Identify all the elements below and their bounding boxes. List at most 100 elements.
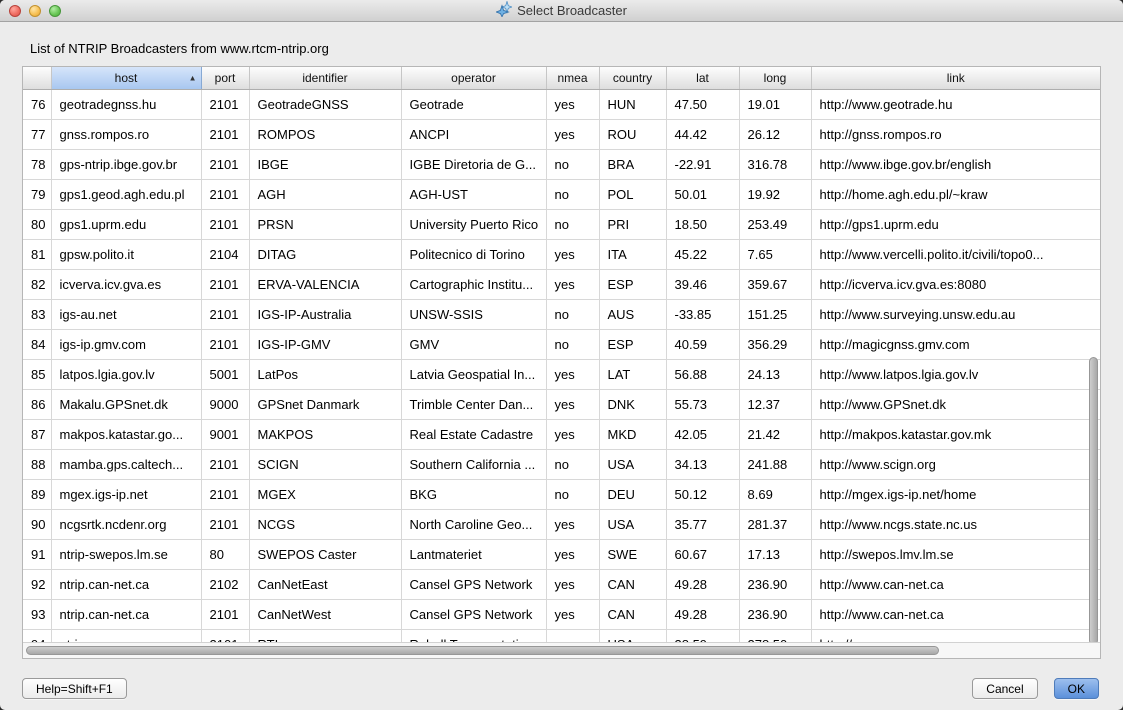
cell-identifier: ERVA-VALENCIA: [249, 269, 401, 299]
cell-long: 241.88: [739, 449, 811, 479]
cell-operator: Real Estate Cadastre: [401, 419, 546, 449]
table-row[interactable]: 78gps-ntrip.ibge.gov.br2101IBGEIGBE Dire…: [23, 149, 1100, 179]
cell-country: USA: [599, 449, 666, 479]
app-icon: [496, 1, 512, 20]
table-row[interactable]: 81gpsw.polito.it2104DITAGPolitecnico di …: [23, 239, 1100, 269]
cell-operator: Cartographic Institu...: [401, 269, 546, 299]
cell-long: 236.90: [739, 569, 811, 599]
cell-long: 21.42: [739, 419, 811, 449]
cell-identifier: SCIGN: [249, 449, 401, 479]
cell-long: 236.90: [739, 599, 811, 629]
cell-rownum: 81: [23, 239, 51, 269]
cell-operator: North Caroline Geo...: [401, 509, 546, 539]
cell-long: 356.29: [739, 329, 811, 359]
column-header-lat[interactable]: lat: [666, 67, 739, 89]
cell-port: 5001: [201, 359, 249, 389]
cell-link: http://www.vercelli.polito.it/civili/top…: [811, 239, 1100, 269]
cell-lat: 18.50: [666, 209, 739, 239]
table-row[interactable]: 84igs-ip.gmv.com2101IGS-IP-GMVGMVnoESP40…: [23, 329, 1100, 359]
cell-rownum: 83: [23, 299, 51, 329]
cell-identifier: IBGE: [249, 149, 401, 179]
column-header-port[interactable]: port: [201, 67, 249, 89]
column-header-nmea[interactable]: nmea: [546, 67, 599, 89]
cell-country: ESP: [599, 329, 666, 359]
zoom-button[interactable]: [49, 5, 61, 17]
column-header-link[interactable]: link: [811, 67, 1100, 89]
column-header-long[interactable]: long: [739, 67, 811, 89]
table-row[interactable]: 86Makalu.GPSnet.dk9000GPSnet DanmarkTrim…: [23, 389, 1100, 419]
cancel-button[interactable]: Cancel: [972, 678, 1037, 699]
cell-port: 9001: [201, 419, 249, 449]
cell-lat: 50.12: [666, 479, 739, 509]
vertical-scrollbar-thumb[interactable]: [1089, 357, 1098, 645]
column-header-country[interactable]: country: [599, 67, 666, 89]
ok-button[interactable]: OK: [1054, 678, 1099, 699]
minimize-button[interactable]: [29, 5, 41, 17]
cell-link: http://swepos.lmv.lm.se: [811, 539, 1100, 569]
cell-nmea: yes: [546, 239, 599, 269]
cell-country: ITA: [599, 239, 666, 269]
horizontal-scrollbar-track[interactable]: [23, 642, 1100, 658]
cell-long: 12.37: [739, 389, 811, 419]
cell-identifier: IGS-IP-Australia: [249, 299, 401, 329]
close-button[interactable]: [9, 5, 21, 17]
cell-host: Makalu.GPSnet.dk: [51, 389, 201, 419]
cell-identifier: GPSnet Danmark: [249, 389, 401, 419]
cell-long: 151.25: [739, 299, 811, 329]
cell-lat: 55.73: [666, 389, 739, 419]
column-header-rownum[interactable]: [23, 67, 51, 89]
cell-host: geotradegnss.hu: [51, 89, 201, 119]
help-button[interactable]: Help=Shift+F1: [22, 678, 127, 699]
table-row[interactable]: 82icverva.icv.gva.es2101ERVA-VALENCIACar…: [23, 269, 1100, 299]
cell-nmea: yes: [546, 269, 599, 299]
cell-rownum: 77: [23, 119, 51, 149]
table-row[interactable]: 89mgex.igs-ip.net2101MGEXBKGnoDEU50.128.…: [23, 479, 1100, 509]
table-row[interactable]: 79gps1.geod.agh.edu.pl2101AGHAGH-USTnoPO…: [23, 179, 1100, 209]
cell-nmea: yes: [546, 119, 599, 149]
table-row[interactable]: 83igs-au.net2101IGS-IP-AustraliaUNSW-SSI…: [23, 299, 1100, 329]
cell-country: USA: [599, 509, 666, 539]
cell-host: makpos.katastar.go...: [51, 419, 201, 449]
cell-country: LAT: [599, 359, 666, 389]
cell-long: 281.37: [739, 509, 811, 539]
cell-link: http://www.latpos.lgia.gov.lv: [811, 359, 1100, 389]
table-row[interactable]: 77gnss.rompos.ro2101ROMPOSANCPIyesROU44.…: [23, 119, 1100, 149]
cell-rownum: 84: [23, 329, 51, 359]
cell-identifier: DITAG: [249, 239, 401, 269]
cell-nmea: yes: [546, 389, 599, 419]
table-body: 76geotradegnss.hu2101GeotradeGNSSGeotrad…: [23, 89, 1100, 644]
cell-port: 2101: [201, 269, 249, 299]
cell-identifier: MGEX: [249, 479, 401, 509]
table-row[interactable]: 80gps1.uprm.edu2101PRSNUniversity Puerto…: [23, 209, 1100, 239]
table-row[interactable]: 91ntrip-swepos.lm.se80SWEPOS CasterLantm…: [23, 539, 1100, 569]
table-row[interactable]: 85latpos.lgia.gov.lv5001LatPosLatvia Geo…: [23, 359, 1100, 389]
cell-nmea: no: [546, 479, 599, 509]
cell-port: 2101: [201, 179, 249, 209]
table-row[interactable]: 88mamba.gps.caltech...2101SCIGNSouthern …: [23, 449, 1100, 479]
column-header-operator[interactable]: operator: [401, 67, 546, 89]
cell-lat: 60.67: [666, 539, 739, 569]
table-row[interactable]: 76geotradegnss.hu2101GeotradeGNSSGeotrad…: [23, 89, 1100, 119]
table-row[interactable]: 92ntrip.can-net.ca2102CanNetEastCansel G…: [23, 569, 1100, 599]
column-header-host[interactable]: host ▲: [51, 67, 201, 89]
cell-lat: 40.59: [666, 329, 739, 359]
cell-link: http://mgex.igs-ip.net/home: [811, 479, 1100, 509]
cell-nmea: yes: [546, 569, 599, 599]
cell-host: igs-au.net: [51, 299, 201, 329]
table-row[interactable]: 93ntrip.can-net.ca2101CanNetWestCansel G…: [23, 599, 1100, 629]
window-controls: [9, 5, 61, 17]
table-row[interactable]: 90ncgsrtk.ncdenr.org2101NCGSNorth Caroli…: [23, 509, 1100, 539]
cell-rownum: 86: [23, 389, 51, 419]
title-bar[interactable]: Select Broadcaster: [0, 0, 1123, 22]
cell-identifier: CanNetWest: [249, 599, 401, 629]
table-row[interactable]: 87makpos.katastar.go...9001MAKPOSReal Es…: [23, 419, 1100, 449]
cell-link: http://magicgnss.gmv.com: [811, 329, 1100, 359]
cell-lat: 47.50: [666, 89, 739, 119]
cell-country: MKD: [599, 419, 666, 449]
cell-long: 26.12: [739, 119, 811, 149]
list-heading: List of NTRIP Broadcasters from www.rtcm…: [30, 41, 329, 56]
column-header-identifier[interactable]: identifier: [249, 67, 401, 89]
cell-rownum: 91: [23, 539, 51, 569]
dialog-footer: Help=Shift+F1 Cancel OK: [22, 678, 1099, 699]
horizontal-scrollbar-thumb[interactable]: [26, 646, 939, 655]
